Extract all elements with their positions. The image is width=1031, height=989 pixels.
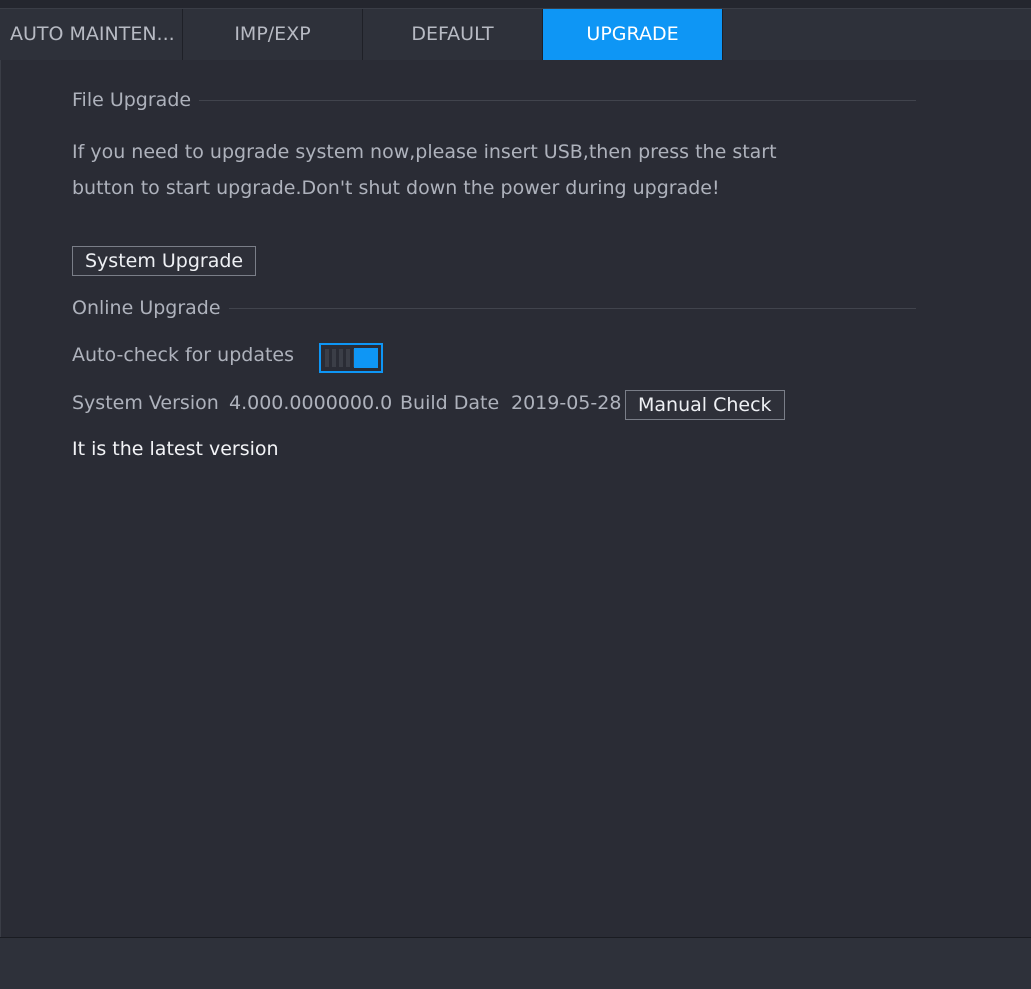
toggle-knob xyxy=(354,348,378,368)
instruction-line-2: button to start upgrade.Don't shut down … xyxy=(72,177,720,199)
system-version-value: 4.000.0000000.0 xyxy=(229,392,393,414)
file-upgrade-title: File Upgrade xyxy=(72,89,200,111)
toggle-track xyxy=(325,349,355,367)
upgrade-instructions: If you need to upgrade system now,please… xyxy=(72,134,832,206)
tab-auto-maintenance[interactable]: AUTO MAINTEN... xyxy=(0,9,183,60)
system-version-label: System Version xyxy=(72,392,219,414)
manual-check-button[interactable]: Manual Check xyxy=(625,390,785,420)
build-date-value: 2019-05-28 xyxy=(511,392,622,414)
online-upgrade-section-header: Online Upgrade xyxy=(72,297,916,321)
top-strip xyxy=(0,0,1031,8)
bottom-bar xyxy=(0,937,1031,989)
tab-imp-exp[interactable]: IMP/EXP xyxy=(183,9,363,60)
tab-upgrade[interactable]: UPGRADE xyxy=(543,9,723,60)
online-upgrade-title: Online Upgrade xyxy=(72,297,229,319)
system-upgrade-button[interactable]: System Upgrade xyxy=(72,246,257,276)
file-upgrade-section-header: File Upgrade xyxy=(72,89,916,113)
tab-default[interactable]: DEFAULT xyxy=(363,9,543,60)
auto-check-label: Auto-check for updates xyxy=(72,344,294,366)
upgrade-panel: File Upgrade If you need to upgrade syst… xyxy=(0,60,1031,937)
auto-check-toggle[interactable] xyxy=(319,343,383,373)
tab-bar: AUTO MAINTEN... IMP/EXP DEFAULT UPGRADE xyxy=(0,8,1031,61)
update-status-message: It is the latest version xyxy=(72,438,279,460)
build-date-label: Build Date xyxy=(400,392,500,414)
instruction-line-1: If you need to upgrade system now,please… xyxy=(72,141,777,163)
